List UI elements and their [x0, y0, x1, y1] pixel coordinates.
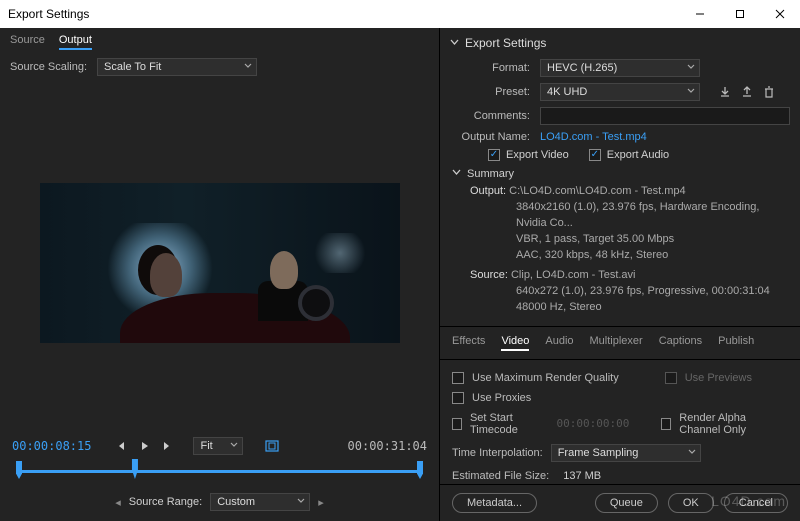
chevron-down-icon: [244, 61, 252, 73]
metadata-button[interactable]: Metadata...: [452, 493, 537, 513]
tab-captions[interactable]: Captions: [659, 335, 702, 351]
output-name-label: Output Name:: [450, 131, 530, 143]
use-proxies-label: Use Proxies: [472, 392, 531, 404]
tab-output[interactable]: Output: [59, 34, 92, 50]
export-video-label: Export Video: [506, 149, 569, 161]
prev-frame-icon[interactable]: [113, 438, 131, 454]
next-frame-icon[interactable]: [157, 438, 175, 454]
cancel-button[interactable]: Cancel: [724, 493, 788, 513]
preset-select[interactable]: 4K UHD: [540, 83, 700, 101]
zoom-fit-select[interactable]: Fit: [193, 437, 243, 455]
time-interpolation-select[interactable]: Frame Sampling: [551, 444, 701, 462]
source-range-label: Source Range:: [129, 496, 202, 508]
render-alpha-label: Render Alpha Channel Only: [679, 412, 788, 436]
use-previews-checkbox: [665, 372, 677, 384]
ok-button[interactable]: OK: [668, 493, 714, 513]
start-timecode-value: 00:00:00:00: [557, 417, 630, 430]
title-bar: Export Settings: [0, 0, 800, 28]
preset-label: Preset:: [450, 86, 530, 98]
export-audio-label: Export Audio: [607, 149, 669, 161]
comments-label: Comments:: [450, 110, 530, 122]
import-preset-icon[interactable]: [740, 85, 754, 99]
duration-timecode: 00:00:31:04: [348, 439, 427, 453]
tab-audio[interactable]: Audio: [545, 335, 573, 351]
summary-header[interactable]: Summary: [452, 168, 790, 180]
export-video-checkbox[interactable]: [488, 149, 500, 161]
comments-input[interactable]: [540, 107, 790, 125]
set-start-timecode-label: Set Start Timecode: [470, 412, 545, 436]
chevron-down-icon: [687, 62, 695, 74]
format-label: Format:: [450, 62, 530, 74]
in-point-handle[interactable]: [16, 461, 22, 479]
source-scaling-select[interactable]: Scale To Fit: [97, 58, 257, 76]
queue-button[interactable]: Queue: [595, 493, 658, 513]
output-name-link[interactable]: LO4D.com - Test.mp4: [540, 131, 647, 143]
settings-panel: Export Settings Format: HEVC (H.265) Pre…: [440, 28, 800, 521]
summary-source: Source: Clip, LO4D.com - Test.avi 640x27…: [470, 268, 790, 316]
source-range-select[interactable]: Custom: [210, 493, 310, 511]
aspect-ratio-icon[interactable]: [263, 438, 281, 454]
preview-panel: Source Output Source Scaling: Scale To F…: [0, 28, 440, 521]
preview-tabs: Source Output: [0, 28, 439, 54]
max-render-quality-label: Use Maximum Render Quality: [472, 372, 619, 384]
tab-source[interactable]: Source: [10, 34, 45, 50]
chevron-down-icon: [297, 496, 305, 508]
twirl-down-icon: [452, 168, 461, 180]
twirl-down-icon: [450, 36, 459, 50]
source-scaling-label: Source Scaling:: [10, 61, 87, 73]
delete-preset-icon[interactable]: [762, 85, 776, 99]
window-title: Export Settings: [8, 7, 89, 21]
tab-effects[interactable]: Effects: [452, 335, 485, 351]
tab-publish[interactable]: Publish: [718, 335, 754, 351]
timeline-scrubber[interactable]: [16, 463, 423, 481]
chevron-down-icon: [688, 447, 696, 459]
estimated-file-size-value: 137 MB: [563, 470, 601, 482]
codec-tabs: Effects Video Audio Multiplexer Captions…: [440, 326, 800, 360]
video-preview: [40, 183, 400, 343]
estimated-file-size-label: Estimated File Size:: [452, 470, 549, 482]
export-settings-header[interactable]: Export Settings: [440, 28, 800, 56]
set-start-timecode-checkbox[interactable]: [452, 418, 462, 430]
step-back-icon[interactable]: ◂: [115, 496, 121, 509]
tab-multiplexer[interactable]: Multiplexer: [590, 335, 643, 351]
export-audio-checkbox[interactable]: [589, 149, 601, 161]
use-previews-label: Use Previews: [685, 372, 752, 384]
time-interpolation-label: Time Interpolation:: [452, 447, 543, 459]
save-preset-icon[interactable]: [718, 85, 732, 99]
out-point-handle[interactable]: [417, 461, 423, 479]
current-timecode[interactable]: 00:00:08:15: [12, 439, 91, 453]
play-icon[interactable]: [135, 438, 153, 454]
step-forward-icon[interactable]: ▸: [318, 496, 324, 509]
max-render-quality-checkbox[interactable]: [452, 372, 464, 384]
tab-video[interactable]: Video: [501, 335, 529, 351]
format-select[interactable]: HEVC (H.265): [540, 59, 700, 77]
maximize-button[interactable]: [720, 0, 760, 28]
chevron-down-icon: [687, 86, 695, 98]
chevron-down-icon: [230, 440, 238, 452]
summary-output: Output: C:\LO4D.com\LO4D.com - Test.mp4 …: [470, 184, 790, 264]
close-button[interactable]: [760, 0, 800, 28]
render-alpha-checkbox[interactable]: [661, 418, 671, 430]
playhead[interactable]: [130, 459, 140, 479]
use-proxies-checkbox[interactable]: [452, 392, 464, 404]
minimize-button[interactable]: [680, 0, 720, 28]
